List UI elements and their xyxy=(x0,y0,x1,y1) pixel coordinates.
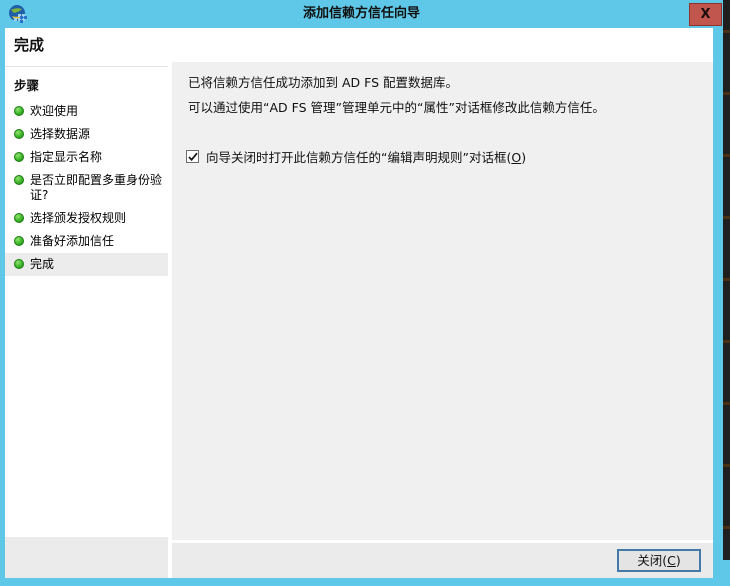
open-claim-rules-checkbox[interactable] xyxy=(186,150,199,163)
page-title: 完成 xyxy=(14,34,44,55)
step-label: 完成 xyxy=(30,257,54,272)
step-bullet-icon xyxy=(14,236,24,246)
step-label: 准备好添加信任 xyxy=(30,234,114,249)
step-item-data-source[interactable]: 选择数据源 xyxy=(5,123,168,146)
step-bullet-icon xyxy=(14,152,24,162)
checkbox-label-close: ) xyxy=(521,150,526,165)
step-item-finish[interactable]: 完成 xyxy=(5,253,168,276)
step-label: 选择数据源 xyxy=(30,127,90,142)
window-title: 添加信赖方信任向导 xyxy=(0,0,723,28)
close-icon: X xyxy=(700,7,710,22)
page-header: 完成 xyxy=(5,28,713,62)
step-bullet-icon xyxy=(14,213,24,223)
step-label: 是否立即配置多重身份验证? xyxy=(30,173,166,203)
close-window-button[interactable]: X xyxy=(689,3,722,26)
content-pane: 已将信赖方信任成功添加到 AD FS 配置数据库。 可以通过使用“AD FS 管… xyxy=(172,62,713,540)
steps-panel: 步骤 欢迎使用 选择数据源 指定显示名称 xyxy=(5,66,168,276)
step-label: 指定显示名称 xyxy=(30,150,102,165)
titlebar[interactable]: 添加信赖方信任向导 X xyxy=(0,0,723,28)
steps-sidebar: 步骤 欢迎使用 选择数据源 指定显示名称 xyxy=(5,62,168,537)
close-button-text: 关闭( xyxy=(637,553,667,568)
step-bullet-icon xyxy=(14,106,24,116)
footer-button-bar: 关闭(C) xyxy=(172,543,713,578)
checkbox-accesskey: O xyxy=(511,150,521,165)
status-line-2: 可以通过使用“AD FS 管理”管理单元中的“属性”对话框修改此信赖方信任。 xyxy=(188,95,697,120)
check-icon xyxy=(187,151,199,163)
client-area: 完成 步骤 欢迎使用 选择数据源 指定显示名称 xyxy=(5,28,713,578)
step-item-ready-to-add[interactable]: 准备好添加信任 xyxy=(5,230,168,253)
step-bullet-icon xyxy=(14,175,24,185)
step-bullet-icon xyxy=(14,129,24,139)
open-claim-rules-checkbox-row[interactable]: 向导关闭时打开此信赖方信任的“编辑声明规则”对话框(O) xyxy=(186,147,697,166)
desktop-behind-window xyxy=(723,0,730,560)
step-item-welcome[interactable]: 欢迎使用 xyxy=(5,100,168,123)
steps-list: 欢迎使用 选择数据源 指定显示名称 是否立即配置多重身份验证? xyxy=(5,100,168,276)
status-line-1: 已将信赖方信任成功添加到 AD FS 配置数据库。 xyxy=(188,70,697,95)
step-item-mfa[interactable]: 是否立即配置多重身份验证? xyxy=(5,169,168,207)
step-item-authorization-rules[interactable]: 选择颁发授权规则 xyxy=(5,207,168,230)
steps-heading: 步骤 xyxy=(5,72,168,100)
wizard-window: 添加信赖方信任向导 X 完成 步骤 欢迎使用 选择数据源 xyxy=(0,0,723,586)
checkbox-label[interactable]: 向导关闭时打开此信赖方信任的“编辑声明规则”对话框(O) xyxy=(206,147,526,166)
step-bullet-icon xyxy=(14,259,24,269)
step-label: 欢迎使用 xyxy=(30,104,78,119)
close-wizard-button[interactable]: 关闭(C) xyxy=(617,549,701,572)
close-button-accesskey: C xyxy=(667,553,676,568)
step-item-display-name[interactable]: 指定显示名称 xyxy=(5,146,168,169)
close-button-text-close: ) xyxy=(676,553,681,568)
footer-left xyxy=(5,537,168,578)
checkbox-label-text: 向导关闭时打开此信赖方信任的“编辑声明规则”对话框( xyxy=(206,150,511,165)
step-label: 选择颁发授权规则 xyxy=(30,211,126,226)
